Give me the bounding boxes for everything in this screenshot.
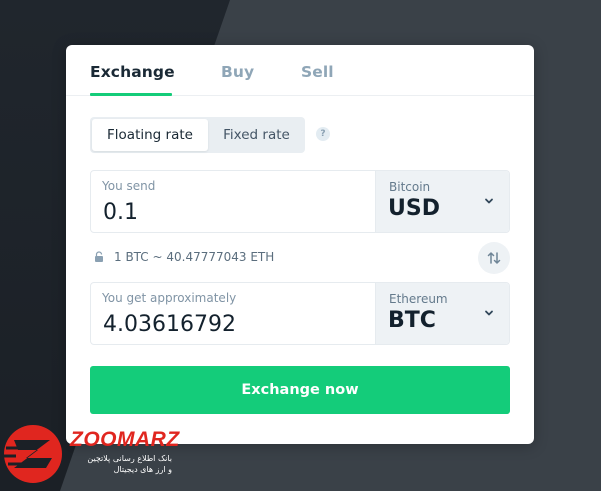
tab-exchange[interactable]: Exchange <box>90 63 175 81</box>
watermark-tagline: بانک اطلاع رسانی پلاتچین و ارز های دیجیت… <box>74 453 172 475</box>
zoomarz-logo <box>4 425 62 483</box>
send-currency-code: USD <box>388 196 440 221</box>
receive-amount-output <box>103 309 363 339</box>
receive-currency-name: Ethereum <box>389 292 448 306</box>
receive-currency-select[interactable]: Ethereum BTC <box>375 283 509 344</box>
tab-buy[interactable]: Buy <box>221 63 254 81</box>
exchange-now-button[interactable]: Exchange now <box>90 366 510 414</box>
send-currency-select[interactable]: Bitcoin USD <box>375 171 509 232</box>
fixed-rate-option[interactable]: Fixed rate <box>210 119 303 151</box>
rate-type-toggle: Floating rate Fixed rate <box>90 117 305 153</box>
swap-icon <box>487 252 501 264</box>
exchange-widget: Exchange Buy Sell Floating rate Fixed ra… <box>66 45 534 444</box>
receive-label: You get approximately <box>102 291 237 305</box>
send-label: You send <box>102 179 156 193</box>
receive-currency-code: BTC <box>388 308 436 333</box>
floating-rate-option[interactable]: Floating rate <box>92 119 208 151</box>
tab-sell[interactable]: Sell <box>301 63 334 81</box>
exchange-rate-text: 1 BTC ~ 40.47777043 ETH <box>114 250 275 264</box>
zoomarz-watermark: ZOOMARZ بانک اطلاع رسانی پلاتچین و ارز ه… <box>0 418 180 491</box>
send-field: You send Bitcoin USD <box>90 170 510 233</box>
send-currency-name: Bitcoin <box>389 180 431 194</box>
rate-help-icon[interactable]: ? <box>316 127 330 141</box>
send-amount-input[interactable] <box>103 197 363 227</box>
watermark-brand-name: ZOOMARZ <box>70 428 180 451</box>
receive-field: You get approximately Ethereum BTC <box>90 282 510 345</box>
swap-button[interactable] <box>478 242 510 274</box>
lock-icon <box>95 251 103 262</box>
watermark-line-1: بانک اطلاع رسانی پلاتچین <box>87 454 172 463</box>
watermark-line-2: و ارز های دیجیتال <box>113 465 172 474</box>
chevron-down-icon <box>485 198 493 204</box>
active-tab-indicator <box>90 93 172 96</box>
tab-bar: Exchange Buy Sell <box>66 45 534 96</box>
chevron-down-icon <box>485 310 493 316</box>
